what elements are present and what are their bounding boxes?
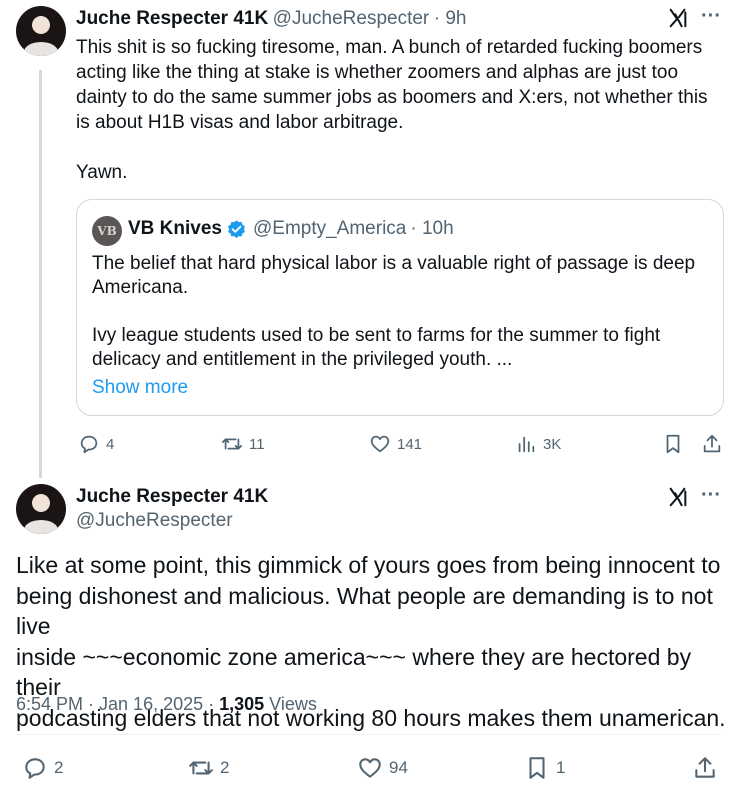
repost-count: 2 [220, 758, 230, 777]
grok-icon[interactable] [667, 7, 689, 29]
share-icon [703, 434, 721, 453]
share-button[interactable] [701, 433, 723, 455]
quote-time: · 10h [410, 218, 454, 239]
views-label: Views [264, 694, 317, 714]
quote-handle: @Empty_America [252, 218, 407, 239]
reply-button[interactable]: 2 [22, 755, 63, 781]
user-handle[interactable]: @JucheRespecter [76, 510, 268, 532]
repost-icon [189, 761, 213, 775]
bookmark-icon [666, 434, 680, 454]
quote-text: The belief that hard physical labor is a… [92, 253, 696, 370]
bookmark-count: 1 [556, 758, 566, 777]
quote-avatar: VB [92, 216, 122, 246]
like-button[interactable]: 94 [357, 755, 408, 781]
tweet-header: Juche Respecter 41K @JucheRespecter · 9h [76, 8, 466, 30]
quoted-tweet[interactable]: VB VB Knives @Empty_America · 10h The be… [76, 199, 724, 416]
avatar[interactable] [16, 6, 66, 56]
bookmark-icon [529, 757, 545, 779]
tweet-time[interactable]: · 9h [434, 8, 467, 29]
verified-badge-icon [228, 219, 245, 238]
tweet-header: Juche Respecter 41K @JucheRespecter [76, 486, 268, 532]
more-options-icon[interactable]: ··· [701, 484, 721, 507]
repost-count: 11 [249, 435, 265, 453]
like-button[interactable]: 141 [369, 433, 422, 455]
reply-count: 2 [54, 758, 64, 777]
analytics-icon [518, 436, 535, 453]
quote-display-name: VB Knives [128, 218, 222, 239]
reply-icon [80, 435, 98, 454]
more-options-icon[interactable]: ··· [701, 5, 721, 28]
share-icon [695, 757, 715, 778]
grok-icon[interactable] [667, 486, 689, 508]
repost-icon [221, 438, 243, 450]
bookmark-button[interactable]: 1 [524, 755, 565, 781]
reply-button[interactable]: 4 [78, 433, 114, 455]
show-more-link[interactable]: Show more [92, 377, 188, 399]
user-handle[interactable]: @JucheRespecter [273, 8, 430, 29]
reply-icon [25, 758, 45, 779]
heart-icon [370, 435, 390, 453]
tweet-meta: 6:54 PM · Jan 16, 2025 · 1,305 Views [16, 694, 317, 715]
tweet-text: This shit is so fucking tiresome, man. A… [76, 37, 708, 183]
views-button[interactable]: 3K [515, 433, 561, 455]
heart-icon [359, 758, 381, 778]
like-count: 141 [397, 435, 423, 453]
views-total: 1,305 [219, 694, 265, 714]
like-count: 94 [389, 758, 408, 777]
display-name[interactable]: Juche Respecter 41K [76, 8, 268, 29]
timestamp[interactable]: 6:54 PM · Jan 16, 2025 · [16, 694, 219, 714]
display-name[interactable]: Juche Respecter 41K [76, 486, 268, 508]
avatar[interactable] [16, 484, 66, 534]
thread-line [39, 70, 42, 478]
quote-header: VB Knives @Empty_America · 10h [128, 218, 454, 240]
share-button[interactable] [692, 755, 718, 781]
reply-count: 4 [106, 435, 115, 453]
repost-button[interactable]: 11 [221, 433, 265, 455]
views-count: 3K [543, 435, 562, 453]
repost-button[interactable]: 2 [188, 755, 229, 781]
bookmark-button[interactable] [662, 433, 684, 455]
divider [16, 734, 722, 735]
